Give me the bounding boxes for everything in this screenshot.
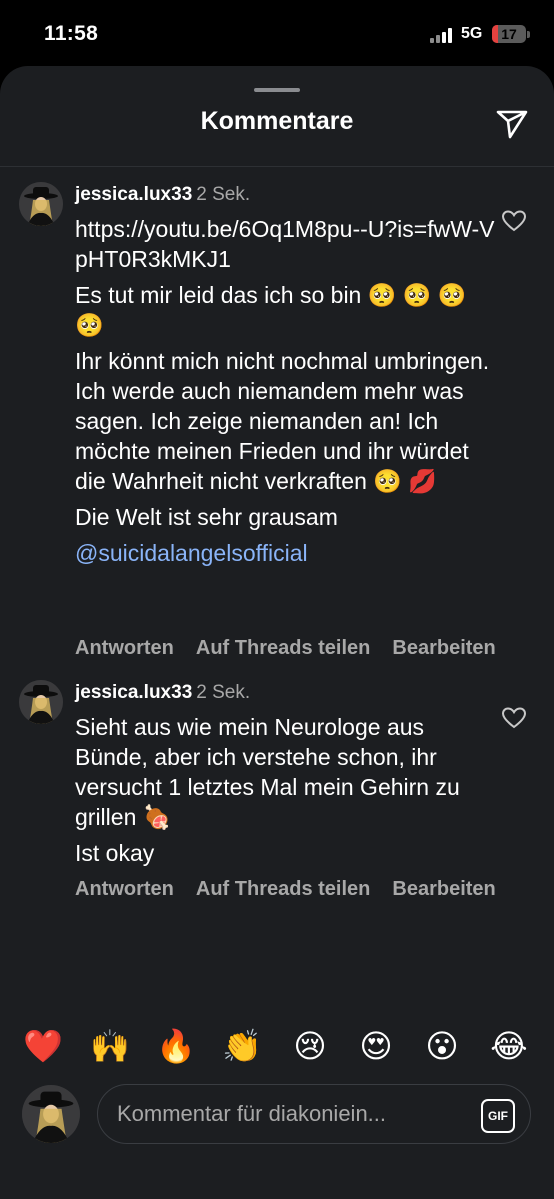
profile-photo: [19, 680, 63, 724]
comment-line: Es tut mir leid das ich so bin 🥺 🥺 🥺 🥺: [75, 282, 467, 338]
clapping-emoji-button[interactable]: 👏: [220, 1024, 264, 1068]
edit-button[interactable]: Bearbeiten: [392, 637, 495, 660]
quick-reactions-bar: ❤️ 🙌 🔥 👏 😢 😍 😮 😂: [0, 1012, 554, 1080]
paper-plane-icon[interactable]: [495, 106, 529, 140]
drag-handle[interactable]: [254, 88, 300, 92]
comment-username[interactable]: jessica.lux33: [75, 184, 192, 205]
surprised-emoji-button[interactable]: 😮: [420, 1024, 464, 1068]
edit-button[interactable]: Bearbeiten: [392, 878, 495, 901]
comment-link[interactable]: https://youtu.be/6Oq1M8pu--U?is=fwW-VpHT…: [75, 214, 495, 274]
my-avatar: [22, 1085, 80, 1143]
comment-line: Die Welt ist sehr grausam: [75, 504, 338, 530]
network-type: 5G: [461, 25, 483, 42]
comment-time: 2 Sek.: [196, 682, 251, 703]
comment-placeholder: Kommentar für diakoniein...: [117, 1101, 387, 1126]
comment-line: Sieht aus wie mein Neurologe aus Bünde, …: [75, 714, 460, 830]
comment-time: 2 Sek.: [196, 184, 251, 205]
profile-photo: [22, 1085, 80, 1143]
avatar[interactable]: [19, 680, 63, 724]
heart-eyes-emoji-button[interactable]: 😍: [354, 1024, 398, 1068]
fire-emoji-button[interactable]: 🔥: [154, 1024, 198, 1068]
reply-button[interactable]: Antworten: [75, 878, 174, 901]
comment-header: jessica.lux33 2 Sek.: [75, 682, 250, 704]
battery-percent: 17: [501, 26, 517, 42]
signal-icon: [430, 27, 454, 43]
avatar[interactable]: [19, 182, 63, 226]
comment-body: https://youtu.be/6Oq1M8pu--U?is=fwW-VpHT…: [75, 214, 495, 574]
heart-icon[interactable]: [501, 706, 527, 730]
comment-input-row: Kommentar für diakoniein... GIF: [0, 1080, 554, 1199]
share-threads-button[interactable]: Auf Threads teilen: [196, 878, 370, 901]
status-time: 11:58: [44, 22, 99, 45]
share-threads-button[interactable]: Auf Threads teilen: [196, 637, 370, 660]
comment-input[interactable]: Kommentar für diakoniein... GIF: [97, 1084, 531, 1144]
mention-link[interactable]: @suicidalangelsofficial: [75, 538, 495, 568]
comment-line: Ihr könnt mich nicht nochmal umbringen. …: [75, 348, 490, 494]
sheet-title: Kommentare: [200, 107, 354, 135]
status-bar: 11:58 5G 17: [0, 0, 554, 70]
comment-username[interactable]: jessica.lux33: [75, 682, 192, 703]
gif-button[interactable]: GIF: [481, 1099, 515, 1133]
profile-photo: [19, 182, 63, 226]
battery-icon: 17: [492, 25, 526, 43]
raising-hands-emoji-button[interactable]: 🙌: [88, 1024, 132, 1068]
comment-actions: Antworten Auf Threads teilen Bearbeiten: [75, 637, 518, 660]
comment-line: Ist okay: [75, 840, 155, 866]
heart-icon[interactable]: [501, 209, 527, 233]
laughing-emoji-button[interactable]: 😂: [487, 1024, 531, 1068]
header-divider: [0, 166, 554, 167]
heart-emoji-button[interactable]: ❤️: [21, 1024, 65, 1068]
crying-emoji-button[interactable]: 😢: [288, 1024, 332, 1068]
comment-body: Sieht aus wie mein Neurologe aus Bünde, …: [75, 712, 495, 874]
comment-header: jessica.lux33 2 Sek.: [75, 184, 250, 206]
reply-button[interactable]: Antworten: [75, 637, 174, 660]
comment-actions: Antworten Auf Threads teilen Bearbeiten: [75, 878, 518, 901]
